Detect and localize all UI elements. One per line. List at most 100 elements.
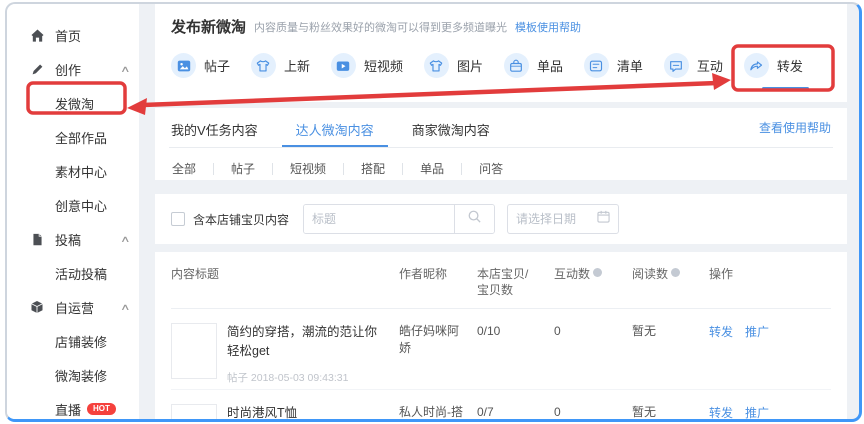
- interaction-count: 0: [554, 404, 632, 419]
- content-thumbnail[interactable]: [171, 404, 217, 419]
- content-tab-6[interactable]: 互动: [664, 53, 723, 92]
- content-tab-label: 转发: [777, 56, 803, 75]
- forward-icon: [744, 53, 769, 78]
- shop-items-checkbox[interactable]: [171, 212, 185, 226]
- info-icon[interactable]: [593, 268, 602, 277]
- filter-separator: [402, 163, 403, 175]
- sidebar-item-4[interactable]: 素材中心: [7, 154, 139, 188]
- sidebar-item-label: 直播: [55, 400, 81, 419]
- info-icon[interactable]: [671, 268, 680, 277]
- shop-items-checkbox-label: 含本店铺宝贝内容: [193, 211, 289, 228]
- app-window: 首页创作 ∧ 发微淘全部作品素材中心创意中心投稿 ∧ 活动投稿自运营∧ 店铺装修微淘装修直…: [5, 2, 862, 422]
- filter-0[interactable]: 全部: [171, 160, 197, 177]
- filter-separator: [213, 163, 214, 175]
- column-header-5: 操作: [709, 266, 831, 282]
- title-search-input[interactable]: [304, 205, 454, 233]
- picture-icon: [424, 53, 449, 78]
- document-icon: [29, 231, 45, 247]
- filter-1[interactable]: 帖子: [230, 160, 256, 177]
- search-icon: [467, 209, 482, 229]
- promote-action-link[interactable]: 推广: [745, 406, 769, 419]
- content-tab-0[interactable]: 帖子: [171, 53, 230, 92]
- box-icon: [29, 299, 45, 315]
- sidebar-item-0[interactable]: 首页: [7, 18, 139, 52]
- content-tab-3[interactable]: 图片: [424, 53, 483, 92]
- sidebar-item-6[interactable]: 投稿 ∧: [7, 222, 139, 256]
- sidebar-item-label: 发微淘: [55, 94, 94, 113]
- filter-separator: [461, 163, 462, 175]
- list-icon: [584, 53, 609, 78]
- content-meta: 帖子 2018-05-03 09:43:31: [227, 370, 389, 385]
- shop-items-count: 0/10: [477, 323, 554, 340]
- date-input[interactable]: [516, 212, 592, 226]
- sidebar-item-label: 店铺装修: [55, 332, 107, 351]
- chevron-up-icon: ∧: [120, 234, 131, 245]
- sidebar-item-1[interactable]: 创作 ∧: [7, 52, 139, 86]
- source-tabs: 我的V任务内容达人微淘内容商家微淘内容: [171, 108, 528, 147]
- promote-action-link[interactable]: 推广: [745, 325, 769, 339]
- author-name: 皓仔妈咪阿娇: [399, 323, 477, 357]
- content-tab-7[interactable]: 转发: [744, 53, 803, 92]
- source-tab-0[interactable]: 我的V任务内容: [171, 108, 258, 147]
- sidebar-item-8[interactable]: 自运营∧: [7, 290, 139, 324]
- shop-items-count: 0/7: [477, 404, 554, 419]
- hot-badge: HOT: [87, 403, 116, 415]
- column-header-3: 互动数: [554, 266, 632, 282]
- content-tab-4[interactable]: 单品: [504, 53, 563, 92]
- post-icon: [171, 53, 196, 78]
- forward-action-link[interactable]: 转发: [709, 406, 733, 419]
- filter-4[interactable]: 单品: [419, 160, 445, 177]
- sidebar-item-9[interactable]: 店铺装修: [7, 324, 139, 358]
- content-title: 时尚港风T恤: [227, 404, 389, 419]
- row-actions: 转发推广: [709, 323, 831, 340]
- source-tab-2[interactable]: 商家微淘内容: [412, 108, 490, 147]
- content-tab-label: 图片: [457, 56, 483, 75]
- sidebar-item-3[interactable]: 全部作品: [7, 120, 139, 154]
- usage-help-link[interactable]: 查看使用帮助: [759, 119, 831, 136]
- sidebar-item-10[interactable]: 微淘装修: [7, 358, 139, 392]
- search-panel: 含本店铺宝贝内容: [155, 194, 847, 244]
- tabs-divider: [169, 147, 833, 148]
- interact-icon: [664, 53, 689, 78]
- content-table: 内容标题作者昵称本店宝贝/宝贝数互动数阅读数操作 简约的穿搭，潮流的范让你轻松g…: [155, 252, 847, 419]
- author-name: 私人时尚-搭配师: [399, 404, 477, 419]
- table-row: 简约的穿搭，潮流的范让你轻松get帖子 2018-05-03 09:43:31皓…: [171, 309, 831, 389]
- type-filters: 全部 帖子 短视频 搭配 单品 问答: [171, 160, 831, 177]
- filter-3[interactable]: 搭配: [360, 160, 386, 177]
- source-tab-1[interactable]: 达人微淘内容: [296, 108, 374, 147]
- content-tab-label: 单品: [537, 56, 563, 75]
- content-tab-2[interactable]: 短视频: [331, 53, 403, 92]
- column-header-4: 阅读数: [632, 266, 709, 282]
- sidebar-item-label: 首页: [55, 26, 81, 45]
- forward-action-link[interactable]: 转发: [709, 325, 733, 339]
- filter-separator: [343, 163, 344, 175]
- content-tab-5[interactable]: 清单: [584, 53, 643, 92]
- sidebar-item-5[interactable]: 创意中心: [7, 188, 139, 222]
- home-icon: [29, 27, 45, 43]
- filter-5[interactable]: 问答: [478, 160, 504, 177]
- sidebar-item-2[interactable]: 发微淘: [7, 86, 139, 120]
- content-tab-1[interactable]: 上新: [251, 53, 310, 92]
- template-help-link[interactable]: 模板使用帮助: [515, 19, 581, 35]
- date-picker[interactable]: [507, 204, 619, 234]
- read-count: 暂无: [632, 323, 709, 340]
- interaction-count: 0: [554, 323, 632, 340]
- sidebar-item-label: 全部作品: [55, 128, 107, 147]
- page-title: 发布新微淘: [171, 16, 246, 37]
- sidebar-item-label: 创作: [55, 60, 81, 79]
- content-source-panel: 我的V任务内容达人微淘内容商家微淘内容 查看使用帮助 全部 帖子 短视频 搭配 单品 问答: [155, 108, 847, 180]
- content-thumbnail[interactable]: [171, 323, 217, 379]
- search-button[interactable]: [454, 205, 494, 233]
- sidebar-item-label: 自运营: [55, 298, 94, 317]
- filter-2[interactable]: 短视频: [289, 160, 327, 177]
- sidebar-item-7[interactable]: 活动投稿: [7, 256, 139, 290]
- content-tab-label: 上新: [284, 56, 310, 75]
- sidebar: 首页创作 ∧ 发微淘全部作品素材中心创意中心投稿 ∧ 活动投稿自运营∧ 店铺装修微淘装修直…: [7, 4, 139, 419]
- chevron-up-icon: ∧: [120, 64, 131, 75]
- sidebar-item-label: 投稿: [55, 230, 81, 249]
- sidebar-item-label: 创意中心: [55, 196, 107, 215]
- item-icon: [504, 53, 529, 78]
- filter-separator: [272, 163, 273, 175]
- sidebar-item-11[interactable]: 直播 HOT: [7, 392, 139, 422]
- sidebar-item-label: 微淘装修: [55, 366, 107, 385]
